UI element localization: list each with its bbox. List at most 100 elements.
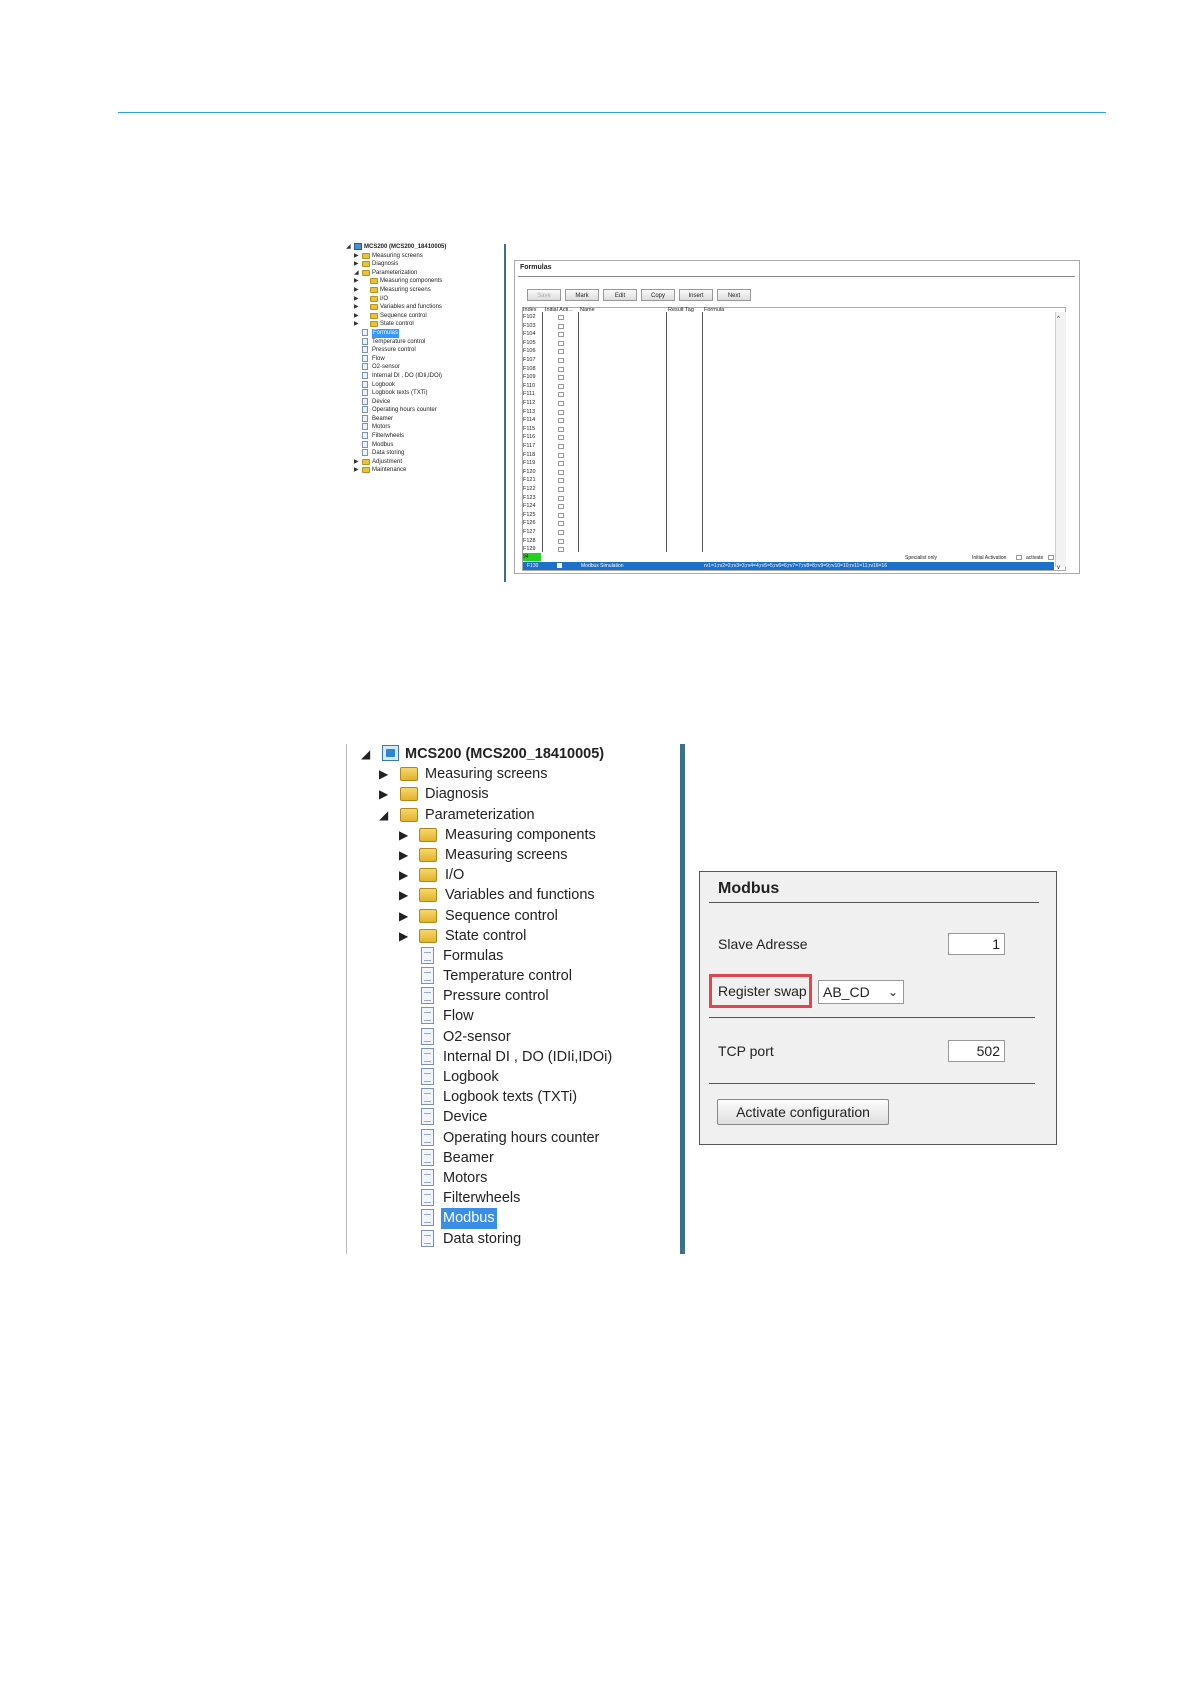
expand-arrow-icon[interactable]: ▶ <box>354 303 359 312</box>
col-index[interactable]: Index <box>523 307 536 313</box>
initial-activation-checkbox[interactable] <box>558 332 564 338</box>
formula-row-index[interactable]: F109 <box>523 374 543 382</box>
expand-arrow-icon[interactable]: ▶ <box>354 252 359 261</box>
initial-activation-checkbox[interactable] <box>558 349 564 355</box>
formula-row-index[interactable]: F107 <box>523 357 543 365</box>
formula-row-index[interactable]: F112 <box>523 400 543 408</box>
formula-row-index[interactable]: F113 <box>523 409 543 417</box>
small-tree-item[interactable]: Pressure control <box>346 346 496 355</box>
formula-row-index[interactable]: F118 <box>523 452 543 460</box>
tcp-port-input[interactable]: 502 <box>948 1040 1005 1062</box>
expand-arrow-icon[interactable]: ▶ <box>399 845 408 865</box>
scroll-down-icon[interactable]: v <box>1057 565 1060 571</box>
small-tree-item[interactable]: Formulas <box>346 328 496 338</box>
formula-row-index[interactable]: F119 <box>523 460 543 468</box>
expand-arrow-icon[interactable]: ▶ <box>354 320 359 329</box>
initial-activation-checkbox[interactable] <box>558 366 564 372</box>
selected-row-checkbox[interactable] <box>557 563 562 568</box>
small-tree-item[interactable]: ▶ Variables and functions <box>346 303 496 312</box>
small-tree-item[interactable]: ◢ MCS200 (MCS200_18410005) <box>346 243 496 252</box>
tree-item[interactable]: ▶ Measuring components <box>355 825 675 845</box>
initial-activation-checkbox[interactable] <box>558 409 564 415</box>
chevron-down-icon[interactable]: ⌄ <box>888 981 898 1003</box>
initial-activation-checkbox[interactable] <box>558 401 564 406</box>
initial-activation-checkbox[interactable] <box>558 323 564 329</box>
expand-arrow-icon[interactable]: ▶ <box>399 885 408 905</box>
copy-button[interactable]: Copy <box>641 289 675 301</box>
expand-arrow-icon[interactable]: ▶ <box>354 466 359 475</box>
initial-activation-checkbox[interactable] <box>558 487 564 492</box>
expand-arrow-icon[interactable]: ▶ <box>354 277 359 286</box>
small-tree-item[interactable]: Temperature control <box>346 337 496 347</box>
tree-item[interactable]: Data storing <box>355 1229 675 1249</box>
tree-item[interactable]: ▶ Variables and functions <box>355 885 675 905</box>
tree-item[interactable]: ▶ Sequence control <box>355 906 675 926</box>
small-tree-item[interactable]: ▶ Diagnosis <box>346 260 496 269</box>
tree-item[interactable]: Formulas <box>355 946 675 966</box>
tree-item[interactable]: ▶ Measuring screens <box>355 764 675 784</box>
expand-arrow-icon[interactable]: ▶ <box>379 784 388 804</box>
formula-row-index[interactable]: F103 <box>523 323 543 331</box>
formula-row-index[interactable]: F106 <box>523 348 543 356</box>
collapse-arrow-icon[interactable]: ◢ <box>354 269 359 278</box>
expand-arrow-icon[interactable]: ▶ <box>399 865 408 885</box>
scroll-up-icon[interactable]: ^ <box>1057 316 1060 322</box>
small-tree-item[interactable]: O2-sensor <box>346 363 496 372</box>
selected-formula-row[interactable]: F130 Modbus Simulation rv1=1;rv2=2;rv3=3… <box>523 562 1054 570</box>
formula-row-index[interactable]: F102 <box>523 314 543 322</box>
formula-row-index[interactable]: F123 <box>523 495 543 503</box>
small-tree-item[interactable]: Filterwheels <box>346 432 496 441</box>
small-tree-item[interactable]: Internal DI , DO (IDIi,IDOi) <box>346 371 496 381</box>
formula-row-index[interactable]: F128 <box>523 538 543 546</box>
small-tree-item[interactable]: ▶ Measuring screens <box>346 286 496 295</box>
next-button[interactable]: Next <box>717 289 751 301</box>
expand-arrow-icon[interactable]: ▶ <box>399 926 408 946</box>
expand-arrow-icon[interactable]: ▶ <box>354 260 359 269</box>
formula-row-index[interactable]: F127 <box>523 529 543 537</box>
tree-item[interactable]: ▶ State control <box>355 926 675 946</box>
small-splitter[interactable] <box>504 244 506 582</box>
slave-address-input[interactable]: 1 <box>948 933 1005 955</box>
edit-button[interactable]: Edit <box>603 289 637 301</box>
tree-item[interactable]: Beamer <box>355 1148 675 1168</box>
formula-row-index[interactable]: F110 <box>523 383 543 391</box>
small-tree-item[interactable]: Data storing <box>346 449 496 458</box>
tree-item[interactable]: ▶ I/O <box>355 865 675 885</box>
initial-activation-checkbox[interactable] <box>558 469 564 475</box>
small-tree-item[interactable]: Logbook texts (TXTi) <box>346 389 496 398</box>
tree-item[interactable]: Logbook <box>355 1067 675 1087</box>
formula-row-index[interactable]: F125 <box>523 512 543 520</box>
tree-item[interactable]: Logbook texts (TXTi) <box>355 1087 675 1107</box>
small-tree-item[interactable]: Beamer <box>346 414 496 424</box>
formula-row-index[interactable]: F121 <box>523 477 543 485</box>
initial-activation-checkbox[interactable] <box>558 375 564 381</box>
formula-row-index[interactable]: F115 <box>523 426 543 434</box>
initial-activation-checkbox[interactable] <box>558 444 564 449</box>
initial-activation-checkbox[interactable] <box>558 315 564 320</box>
small-tree-item[interactable]: Motors <box>346 423 496 432</box>
small-tree-item[interactable]: ▶ I/O <box>346 295 496 304</box>
formulas-scrollbar[interactable] <box>1055 312 1066 567</box>
formula-row-index[interactable]: F126 <box>523 520 543 528</box>
mark-button[interactable]: Mark <box>565 289 599 301</box>
formula-row-index[interactable]: F105 <box>523 340 543 348</box>
small-tree-item[interactable]: ▶ State control <box>346 320 496 329</box>
activate-checkbox[interactable] <box>1048 555 1054 560</box>
splitter[interactable] <box>680 744 685 1254</box>
small-tree-item[interactable]: Operating hours counter <box>346 406 496 415</box>
initial-activation-checkbox[interactable] <box>558 538 564 544</box>
small-tree-item[interactable]: Flow <box>346 354 496 364</box>
expand-arrow-icon[interactable]: ▶ <box>354 286 359 295</box>
small-tree-item[interactable]: Logbook <box>346 380 496 390</box>
tree-item[interactable]: Motors <box>355 1168 675 1188</box>
formula-row-index[interactable]: F124 <box>523 503 543 511</box>
activate-configuration-button[interactable]: Activate configuration <box>717 1099 889 1125</box>
initial-activation-checkbox[interactable] <box>1016 555 1022 560</box>
initial-activation-checkbox[interactable] <box>558 418 564 424</box>
expand-arrow-icon[interactable]: ▶ <box>399 825 408 845</box>
initial-activation-checkbox[interactable] <box>558 340 564 346</box>
initial-activation-checkbox[interactable] <box>558 426 564 432</box>
initial-activation-checkbox[interactable] <box>558 530 564 535</box>
formula-row-index[interactable]: F111 <box>523 391 543 399</box>
small-tree-item[interactable]: ▶ Measuring components <box>346 277 496 286</box>
